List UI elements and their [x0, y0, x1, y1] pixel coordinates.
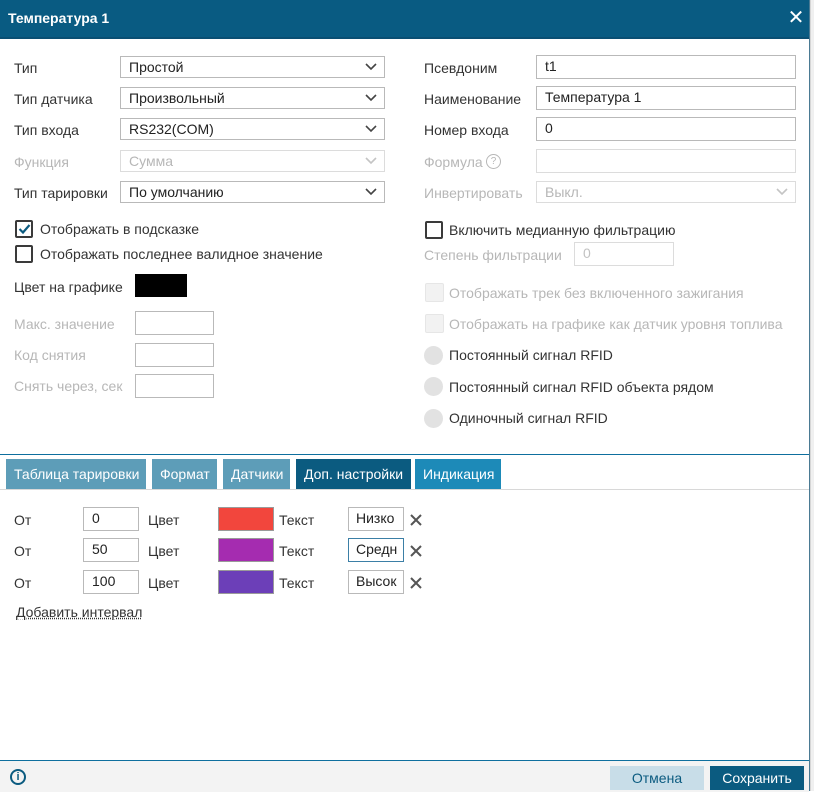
alias-label: Псевдоним [424, 60, 498, 76]
interval-color-picker[interactable] [218, 538, 274, 562]
remove-interval-icon[interactable] [408, 543, 424, 559]
input-type-label: Тип входа [14, 122, 79, 138]
type-select[interactable]: Простой [120, 56, 385, 78]
max-value-input[interactable] [135, 311, 214, 335]
interval-text-label: Текст [279, 512, 315, 528]
help-icon[interactable]: ? [486, 154, 501, 169]
checkmark-icon [18, 224, 31, 235]
remove-interval-icon[interactable] [408, 512, 424, 528]
sensor-type-select[interactable]: Произвольный [120, 87, 385, 109]
rfid-constant-nearby-radio[interactable] [424, 377, 443, 396]
save-button[interactable]: Сохранить [710, 766, 804, 790]
removal-code-input[interactable] [135, 343, 214, 367]
remove-interval-icon[interactable] [408, 575, 424, 591]
close-icon[interactable]: ✕ [786, 8, 806, 28]
interval-from-label: От [14, 575, 32, 591]
invert-label: Инвертировать [424, 185, 523, 201]
chevron-down-icon [365, 157, 377, 165]
show-last-valid-label[interactable]: Отображать последнее валидное значение [40, 246, 323, 262]
interval-from-input[interactable]: 0 [83, 507, 139, 531]
calibration-type-select-value: По умолчанию [129, 184, 224, 200]
interval-text-input[interactable]: Средн [348, 538, 404, 562]
input-type-select[interactable]: RS232(COM) [120, 118, 385, 140]
remove-after-input[interactable] [135, 374, 214, 398]
rfid-single-radio[interactable] [424, 409, 443, 428]
tab-indication[interactable]: Индикация [415, 459, 501, 489]
sensor-dialog: Температура 1 ✕ Тип Простой Тип датчика … [0, 0, 810, 792]
interval-color-label: Цвет [148, 543, 180, 559]
rfid-single-label[interactable]: Одиночный сигнал RFID [449, 410, 608, 426]
background-panel-strip [810, 0, 814, 791]
tab-sensors[interactable]: Датчики [223, 459, 290, 489]
chevron-down-icon [365, 125, 377, 133]
function-select: Сумма [120, 150, 385, 172]
alias-input[interactable]: t1 [536, 55, 796, 79]
tab-extra-settings[interactable]: Доп. настройки [296, 459, 411, 489]
rfid-constant-radio[interactable] [424, 346, 443, 365]
max-value-label: Макс. значение [14, 316, 115, 332]
rfid-constant-nearby-label[interactable]: Постоянный сигнал RFID объекта рядом [449, 379, 714, 395]
add-interval-link[interactable]: Добавить интервал [16, 604, 142, 620]
function-label: Функция [14, 154, 69, 170]
sensor-type-label: Тип датчика [14, 91, 93, 107]
fuel-level-chart-checkbox [425, 314, 444, 333]
tab-calibration-table[interactable]: Таблица тарировки [6, 459, 146, 489]
track-no-ignition-label: Отображать трек без включенного зажигани… [449, 285, 744, 301]
rfid-constant-label[interactable]: Постоянный сигнал RFID [449, 347, 613, 363]
interval-from-label: От [14, 512, 32, 528]
show-in-tooltip-label[interactable]: Отображать в подсказке [40, 221, 199, 237]
type-select-value: Простой [129, 59, 184, 75]
tabs-bottom-border [0, 489, 809, 490]
interval-color-label: Цвет [148, 575, 180, 591]
interval-color-picker[interactable] [218, 507, 274, 531]
chevron-down-icon [365, 94, 377, 102]
removal-code-label: Код снятия [14, 347, 86, 363]
input-type-select-value: RS232(COM) [129, 121, 214, 137]
dialog-footer: i Отмена Сохранить [0, 760, 809, 792]
chevron-down-icon [776, 188, 788, 196]
sensor-type-select-value: Произвольный [129, 90, 225, 106]
show-last-valid-checkbox[interactable] [15, 245, 33, 263]
invert-select: Выкл. [536, 181, 796, 203]
median-filter-checkbox[interactable] [425, 221, 443, 239]
track-no-ignition-checkbox [425, 283, 444, 302]
median-filter-label[interactable]: Включить медианную фильтрацию [449, 222, 675, 238]
interval-color-label: Цвет [148, 512, 180, 528]
formula-label: Формула [424, 154, 483, 170]
formula-input [536, 149, 796, 173]
chevron-down-icon [365, 188, 377, 196]
filter-degree-label: Степень фильтрации [424, 247, 562, 263]
input-number-label: Номер входа [424, 122, 509, 138]
filter-degree-input: 0 [574, 242, 674, 266]
type-label: Тип [14, 60, 38, 76]
tabs-divider [0, 454, 809, 455]
tab-format[interactable]: Формат [152, 459, 217, 489]
fuel-level-chart-label: Отображать на графике как датчик уровня … [449, 316, 783, 332]
interval-from-input[interactable]: 100 [83, 570, 139, 594]
interval-from-label: От [14, 543, 32, 559]
show-in-tooltip-checkbox[interactable] [15, 220, 33, 238]
function-select-value: Сумма [129, 153, 173, 169]
chart-color-picker[interactable] [135, 274, 187, 297]
interval-from-input[interactable]: 50 [83, 538, 139, 562]
remove-after-label: Снять через, сек [14, 378, 123, 394]
invert-select-value: Выкл. [545, 184, 583, 200]
interval-text-label: Текст [279, 575, 315, 591]
chart-color-label: Цвет на графике [14, 279, 123, 295]
chevron-down-icon [365, 63, 377, 71]
cancel-button[interactable]: Отмена [610, 766, 704, 790]
interval-text-input[interactable]: Низко [348, 507, 404, 531]
input-number-input[interactable]: 0 [536, 117, 796, 141]
calibration-type-label: Тип тарировки [14, 185, 108, 201]
info-icon[interactable]: i [10, 769, 26, 785]
interval-color-picker[interactable] [218, 570, 274, 594]
interval-text-label: Текст [279, 543, 315, 559]
interval-text-input[interactable]: Высок [348, 570, 404, 594]
name-label: Наименование [424, 91, 522, 107]
calibration-type-select[interactable]: По умолчанию [120, 181, 385, 203]
dialog-title: Температура 1 [8, 10, 110, 26]
dialog-titlebar: Температура 1 ✕ [0, 0, 809, 39]
name-input[interactable]: Температура 1 [536, 86, 796, 110]
